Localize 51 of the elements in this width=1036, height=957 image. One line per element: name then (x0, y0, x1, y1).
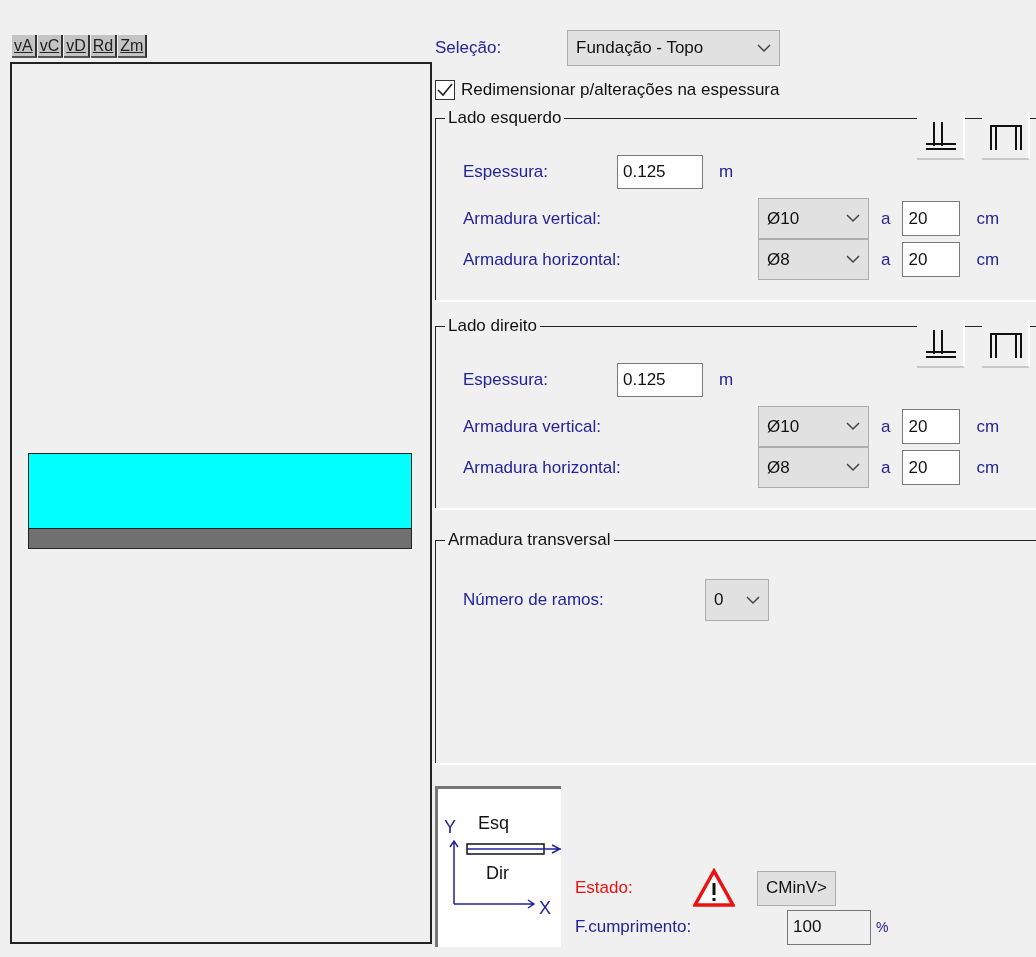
separator-label: a (881, 457, 891, 478)
check-button[interactable]: CMinV> (757, 870, 836, 906)
diameter-dropdown[interactable]: Ø8 (758, 447, 869, 488)
diameter-dropdown[interactable]: Ø10 (758, 406, 869, 447)
field-label: Armadura horizontal: (463, 457, 622, 478)
view-button[interactable]: vD (64, 35, 90, 58)
diameter-dropdown[interactable]: Ø10 (758, 198, 869, 239)
field-label: Armadura vertical: (463, 416, 602, 437)
unit-label: cm (976, 416, 1000, 437)
field-label: Seleção: (435, 38, 503, 58)
view-button[interactable]: Zm (118, 35, 148, 58)
selection-dropdown[interactable]: Fundação - Topo (567, 30, 780, 66)
compliance-field[interactable]: 100 (787, 909, 871, 945)
unit-label: m (719, 370, 734, 390)
unit-label: % (876, 919, 889, 935)
separator-label: a (881, 249, 891, 270)
spacing-field[interactable]: 20 (902, 450, 961, 485)
thickness-field[interactable]: 0.125 (617, 363, 703, 397)
separator-label: a (881, 208, 891, 229)
view-button[interactable]: vC (37, 35, 64, 58)
checkbox[interactable] (435, 80, 455, 100)
field-label: Número de ramos: (463, 590, 605, 610)
caret-icon (846, 463, 860, 472)
diameter-dropdown[interactable]: Ø8 (758, 239, 869, 280)
caret-icon (746, 595, 760, 605)
field-label: Armadura vertical: (463, 208, 602, 229)
caret-icon (846, 255, 860, 264)
caret-icon (757, 43, 771, 53)
thickness-field[interactable]: 0.125 (617, 155, 703, 189)
checkbox-label: Redimensionar p/alterações na espessura (461, 80, 780, 100)
warning-icon (693, 868, 735, 908)
spacing-field[interactable]: 20 (902, 242, 961, 277)
unit-label: cm (976, 249, 1000, 270)
view-button[interactable]: vA (12, 35, 37, 58)
separator-label: a (881, 416, 891, 437)
view-button[interactable]: Rd (90, 35, 118, 58)
field-label: Armadura horizontal: (463, 249, 622, 270)
field-label: Espessura: (463, 370, 550, 390)
spacing-field[interactable]: 20 (902, 201, 961, 236)
group-title: Lado esquerdo (445, 108, 565, 128)
status-label: Estado: (575, 878, 634, 898)
spacing-field[interactable]: 20 (902, 409, 961, 444)
caret-icon (846, 214, 860, 223)
unit-label: m (719, 162, 734, 182)
field-label: Espessura: (463, 162, 550, 182)
unit-label: cm (976, 208, 1000, 229)
unit-label: cm (976, 457, 1000, 478)
field-label: F.cumprimento: (575, 917, 693, 937)
caret-icon (846, 422, 860, 431)
orientation-diagram: Y Esq Dir X (435, 786, 561, 947)
branches-dropdown[interactable]: 0 (705, 579, 769, 621)
